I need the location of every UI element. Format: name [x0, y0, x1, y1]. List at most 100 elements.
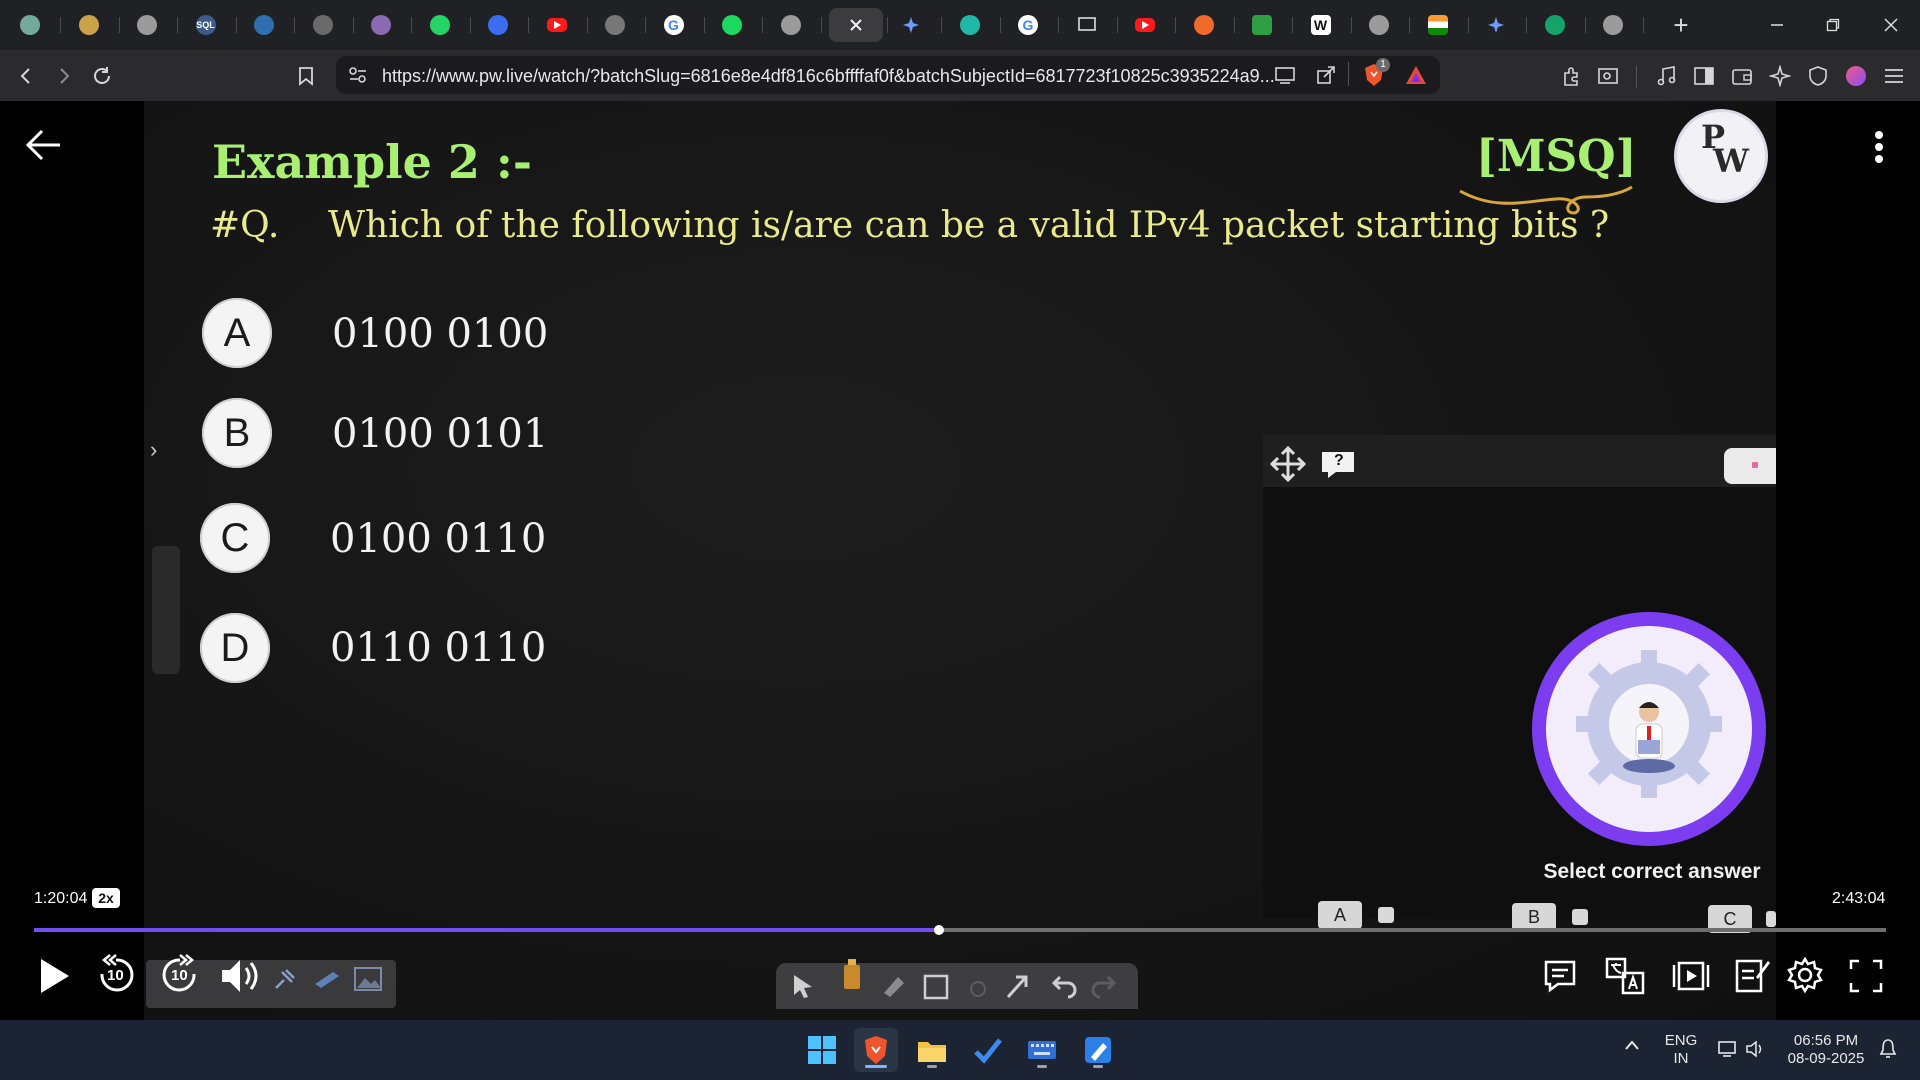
- volume-button[interactable]: [220, 954, 266, 998]
- answer-c-checkbox[interactable]: [1766, 911, 1776, 927]
- playback-speed-button[interactable]: 2x: [92, 888, 120, 908]
- address-bar[interactable]: https://www.pw.live/watch/?batchSlug=681…: [336, 56, 1440, 94]
- quiz-tab-pill[interactable]: [1724, 448, 1776, 484]
- answer-a-button[interactable]: A: [1318, 901, 1362, 929]
- forward-button[interactable]: [48, 60, 80, 92]
- browser-tab[interactable]: [10, 8, 50, 42]
- restore-button[interactable]: [1810, 6, 1856, 44]
- playlist-button[interactable]: [1670, 956, 1712, 996]
- browser-tab[interactable]: G: [1008, 8, 1048, 42]
- browser-tab[interactable]: W: [1301, 8, 1341, 42]
- undo-icon[interactable]: [1048, 975, 1078, 999]
- browser-tab[interactable]: [303, 8, 343, 42]
- eraser-icon[interactable]: [880, 973, 908, 999]
- taskbar-todo[interactable]: [966, 1028, 1010, 1072]
- chat-button[interactable]: [1540, 956, 1580, 996]
- browser-tab[interactable]: [1125, 8, 1165, 42]
- back-arrow-icon[interactable]: [24, 125, 64, 165]
- taskbar-file-explorer[interactable]: [910, 1028, 954, 1072]
- side-panel-handle[interactable]: [152, 546, 180, 674]
- media-button[interactable]: [1650, 60, 1682, 92]
- browser-tab[interactable]: [244, 8, 284, 42]
- move-icon[interactable]: [1270, 446, 1306, 482]
- start-button[interactable]: [800, 1028, 844, 1072]
- progress-bar[interactable]: [34, 925, 1886, 935]
- network-icon[interactable]: [1716, 1040, 1740, 1063]
- tab-separator: [999, 17, 1001, 33]
- input-language-button[interactable]: ENG IN: [1660, 1032, 1702, 1068]
- leo-ai-button[interactable]: [1764, 60, 1796, 92]
- back-button[interactable]: [10, 60, 42, 92]
- redo-icon[interactable]: [1090, 975, 1120, 999]
- chevron-right-icon[interactable]: ›: [150, 437, 157, 463]
- translate-button[interactable]: [1604, 956, 1646, 996]
- shape-tool-icon[interactable]: [966, 977, 990, 999]
- highlighter-icon[interactable]: [840, 957, 864, 993]
- fullscreen-button[interactable]: [1846, 956, 1886, 996]
- browser-tab[interactable]: [1418, 8, 1458, 42]
- chevron-right-icon: [60, 68, 70, 84]
- progress-scrubber[interactable]: [934, 925, 944, 935]
- vpn-button[interactable]: [1802, 60, 1834, 92]
- browser-tab[interactable]: [1476, 8, 1516, 42]
- browser-tab[interactable]: [69, 8, 109, 42]
- close-window-button[interactable]: [1868, 6, 1914, 44]
- browser-tab[interactable]: [950, 8, 990, 42]
- browser-toolbar: https://www.pw.live/watch/?batchSlug=681…: [0, 50, 1920, 101]
- profile-button[interactable]: [1840, 60, 1872, 92]
- settings-button[interactable]: [1784, 954, 1826, 996]
- reload-button[interactable]: [86, 60, 118, 92]
- browser-tab[interactable]: [829, 8, 883, 42]
- cast-icon[interactable]: [1274, 66, 1296, 84]
- wallet-button[interactable]: [1726, 60, 1758, 92]
- browser-tab[interactable]: [1067, 8, 1107, 42]
- browser-tab[interactable]: [891, 8, 931, 42]
- browser-tab[interactable]: G: [654, 8, 694, 42]
- music-note-icon: [1657, 66, 1676, 86]
- answer-a-checkbox[interactable]: [1378, 907, 1394, 923]
- browser-tab[interactable]: [537, 8, 577, 42]
- forward-button[interactable]: 10: [158, 952, 202, 996]
- browser-tab[interactable]: [771, 8, 811, 42]
- show-hidden-icons-button[interactable]: [1620, 1038, 1644, 1056]
- minimize-button[interactable]: [1754, 6, 1800, 44]
- taskbar-keyboard[interactable]: [1020, 1028, 1064, 1072]
- cursor-icon[interactable]: [792, 973, 814, 999]
- clock[interactable]: 06:56 PM 08-09-2025: [1782, 1032, 1870, 1068]
- browser-tab[interactable]: [712, 8, 752, 42]
- notes-button[interactable]: [1732, 954, 1772, 996]
- browser-tab[interactable]: [1184, 8, 1224, 42]
- browser-tab[interactable]: [478, 8, 518, 42]
- play-button[interactable]: [34, 954, 74, 998]
- browser-tab[interactable]: [1593, 8, 1633, 42]
- arrow-tool-icon[interactable]: [1004, 971, 1032, 1001]
- browser-tab[interactable]: [361, 8, 401, 42]
- brave-shields-button[interactable]: 1: [1362, 58, 1390, 88]
- speaker-icon[interactable]: [1744, 1040, 1768, 1063]
- taskbar-drawing-app[interactable]: [1076, 1028, 1120, 1072]
- new-tab-button[interactable]: +: [1664, 8, 1698, 42]
- browser-tab[interactable]: [1535, 8, 1575, 42]
- help-icon[interactable]: ?: [1318, 448, 1358, 480]
- brave-rewards-icon[interactable]: [1404, 64, 1428, 86]
- lens-button[interactable]: [1592, 60, 1624, 92]
- browser-tab[interactable]: [1242, 8, 1282, 42]
- browser-tab[interactable]: [595, 8, 635, 42]
- sidebar-button[interactable]: [1688, 60, 1720, 92]
- more-options-icon[interactable]: [1864, 127, 1894, 167]
- browser-tab[interactable]: [127, 8, 167, 42]
- answer-b-button[interactable]: B: [1512, 903, 1556, 931]
- browser-tab[interactable]: SQL: [186, 8, 226, 42]
- bookmark-button[interactable]: [290, 60, 322, 92]
- rewind-button[interactable]: 10: [94, 952, 138, 996]
- browser-tab[interactable]: [420, 8, 460, 42]
- share-icon[interactable]: [1316, 65, 1336, 85]
- square-tool-icon[interactable]: [922, 973, 950, 1001]
- tab-separator: [118, 17, 120, 33]
- taskbar-brave[interactable]: [854, 1028, 898, 1072]
- menu-button[interactable]: [1878, 60, 1910, 92]
- answer-b-checkbox[interactable]: [1572, 909, 1588, 925]
- extensions-button[interactable]: [1556, 60, 1588, 92]
- notification-bell[interactable]: [1876, 1038, 1900, 1065]
- browser-tab[interactable]: [1359, 8, 1399, 42]
